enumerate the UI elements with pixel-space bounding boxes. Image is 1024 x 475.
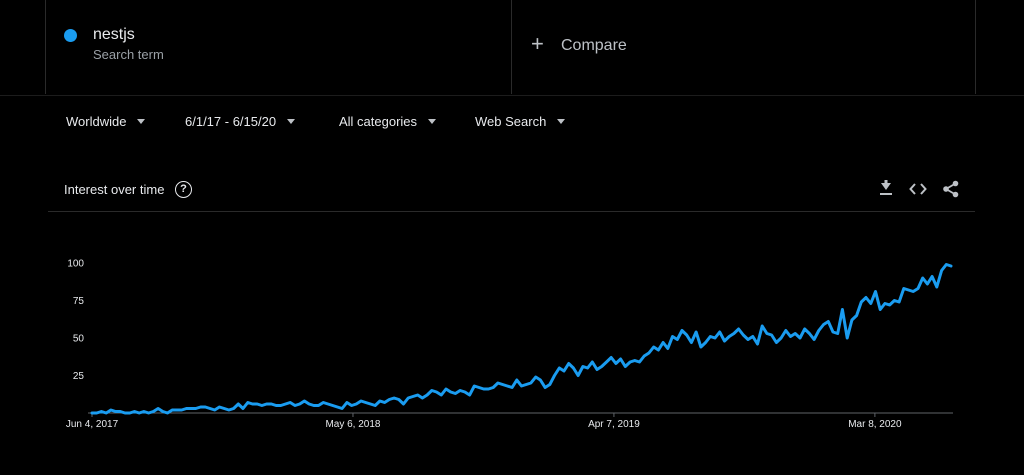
category-dropdown[interactable]: All categories [339, 114, 437, 132]
y-tick-label: 75 [73, 296, 85, 307]
x-tick-label: Jun 4, 2017 [66, 419, 119, 430]
search-type-dropdown[interactable]: Web Search [475, 114, 566, 132]
search-term-name[interactable]: nestjs [93, 26, 135, 44]
plus-icon: + [531, 31, 544, 56]
caret-down-icon [137, 119, 146, 124]
embed-icon[interactable] [909, 180, 927, 198]
y-tick-label: 100 [67, 259, 84, 270]
compare-label: Compare [561, 37, 627, 54]
x-tick-label: Apr 7, 2019 [588, 419, 640, 430]
card-title: Interest over time [64, 182, 165, 197]
date-range-label: 6/1/17 - 6/15/20 [185, 114, 277, 129]
search-term-card[interactable]: nestjs Search term [45, 0, 512, 94]
region-label: Worldwide [66, 114, 127, 129]
x-tick-label: May 6, 2018 [325, 419, 380, 430]
search-terms-bar: nestjs Search term + Compare [0, 0, 1024, 96]
search-term-subtitle: Search term [93, 47, 164, 62]
series-color-dot [64, 29, 77, 42]
region-dropdown[interactable]: Worldwide [66, 114, 146, 132]
date-range-dropdown[interactable]: 6/1/17 - 6/15/20 [185, 114, 296, 132]
help-icon[interactable]: ? [175, 181, 192, 198]
y-tick-label: 25 [73, 371, 85, 382]
compare-button[interactable]: + Compare [511, 0, 976, 94]
series-line-nestjs [90, 263, 953, 415]
card-divider [48, 211, 975, 212]
search-type-label: Web Search [475, 114, 547, 129]
download-icon[interactable] [877, 180, 895, 198]
y-tick-label: 50 [73, 334, 85, 345]
caret-down-icon [428, 119, 437, 124]
x-tick-label: Mar 8, 2020 [848, 419, 902, 430]
caret-down-icon [557, 119, 566, 124]
category-label: All categories [339, 114, 418, 129]
caret-down-icon [287, 119, 296, 124]
share-icon[interactable] [942, 180, 960, 198]
interest-line-chart: 25 50 75 100 Jun 4, 2017 May 6, 2018 Apr 7, 20… [66, 259, 953, 430]
